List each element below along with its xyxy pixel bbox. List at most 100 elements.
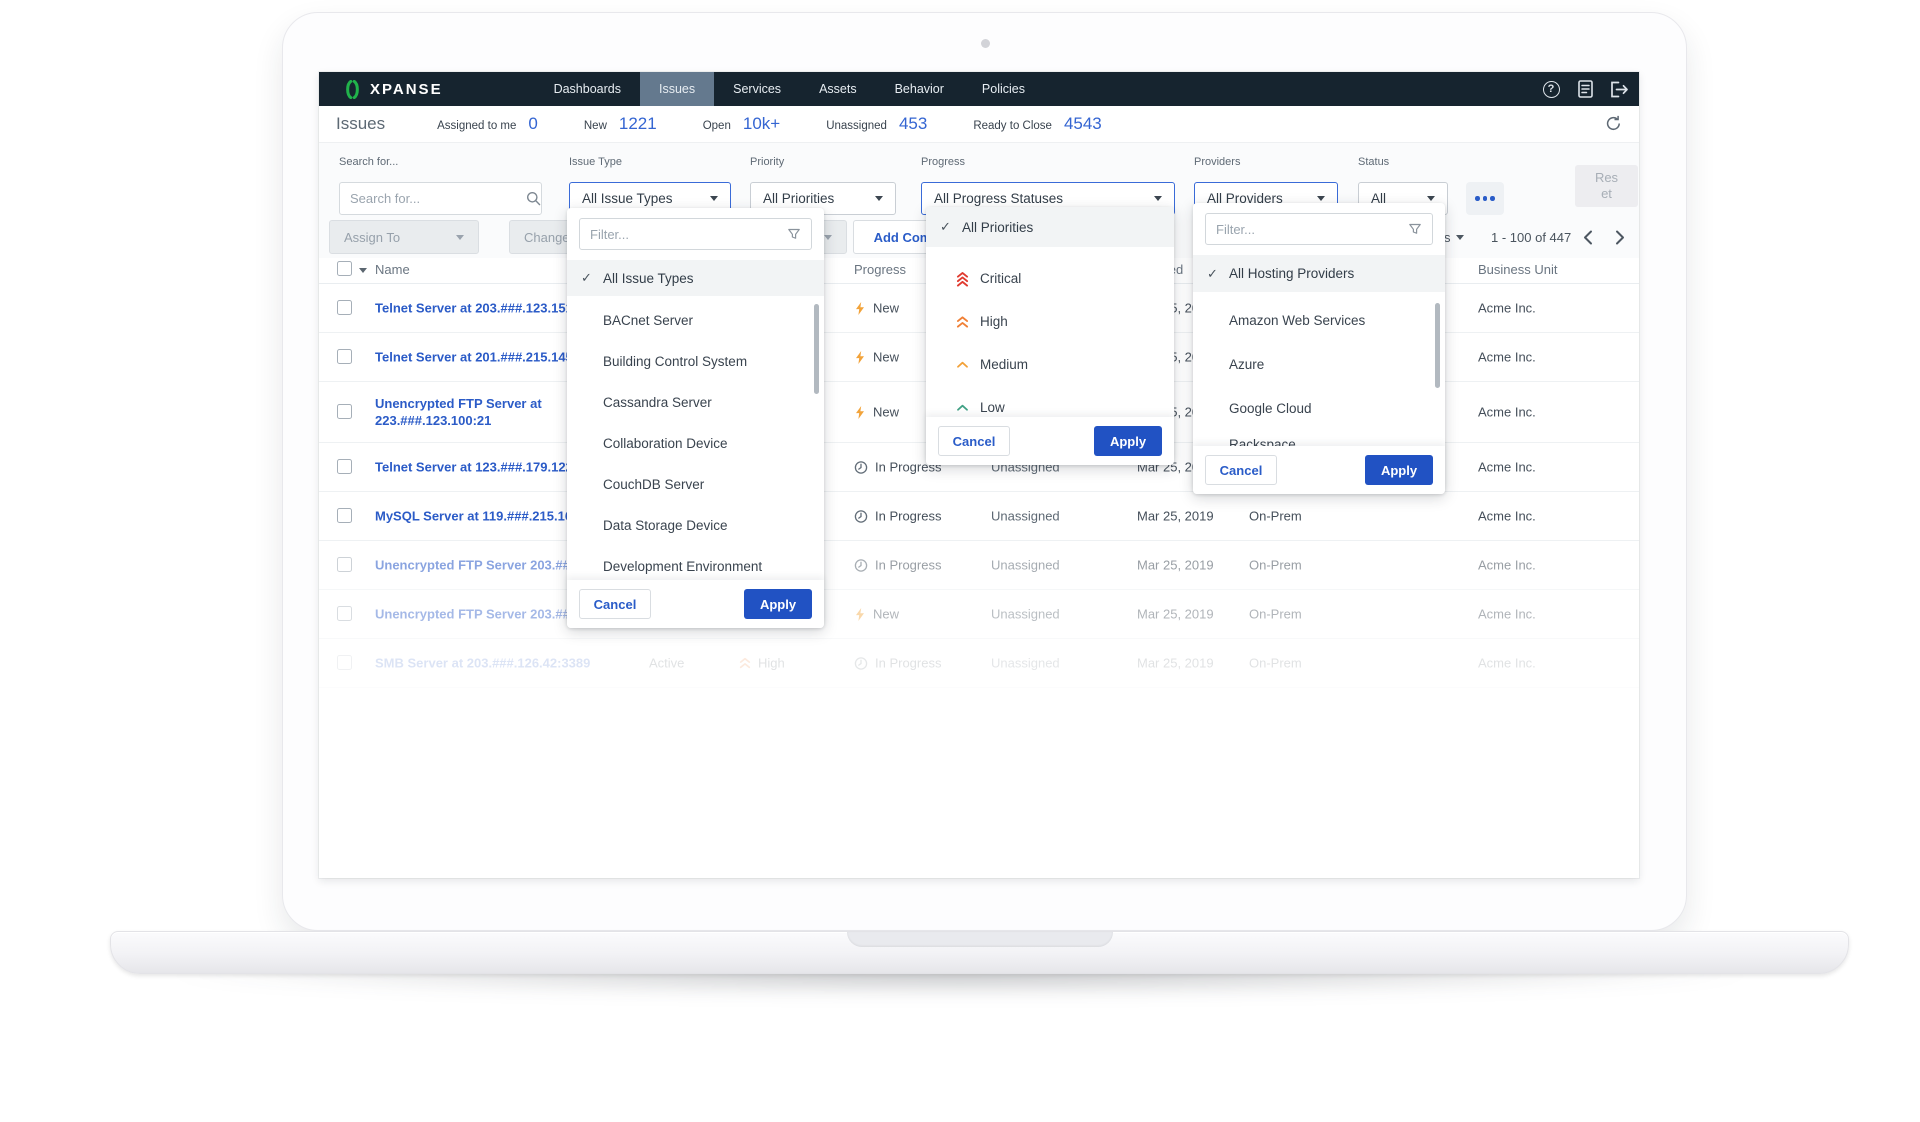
- priority-high-icon: [739, 657, 751, 669]
- app-window: XPANSE Dashboards Issues Services Assets…: [319, 72, 1639, 878]
- page-title: Issues: [336, 114, 386, 133]
- option-all-issue-types[interactable]: All Issue Types: [567, 260, 824, 296]
- progress-cell: New: [854, 405, 899, 420]
- row-checkbox[interactable]: [337, 349, 352, 364]
- tab-policies[interactable]: Policies: [963, 72, 1044, 106]
- header-name[interactable]: Name: [375, 262, 410, 277]
- option-medium[interactable]: Medium: [926, 343, 1174, 386]
- prev-page-button[interactable]: [1583, 220, 1593, 254]
- option-google-cloud[interactable]: Google Cloud: [1193, 387, 1445, 429]
- table-row[interactable]: Unencrypted FTP Server 203.###.10 New Un…: [319, 590, 1639, 639]
- apply-button[interactable]: Apply: [1094, 426, 1162, 456]
- option-high[interactable]: High: [926, 300, 1174, 343]
- scrollbar[interactable]: [814, 304, 819, 394]
- row-checkbox[interactable]: [337, 508, 352, 523]
- select-all-checkbox[interactable]: [337, 261, 352, 276]
- row-checkbox[interactable]: [337, 459, 352, 474]
- tab-issues[interactable]: Issues: [639, 72, 715, 106]
- issue-type-label: Issue Type: [569, 156, 622, 168]
- logout-icon[interactable]: [1609, 79, 1629, 99]
- chevron-down-icon: [1317, 196, 1325, 201]
- cancel-button[interactable]: Cancel: [579, 589, 651, 619]
- option-collaboration-device[interactable]: Collaboration Device: [567, 423, 824, 464]
- issue-name-link[interactable]: Telnet Server at 201.###.215.145:5: [375, 350, 584, 365]
- issue-name-link[interactable]: Telnet Server at 203.###.123.151:3: [375, 301, 584, 316]
- issue-name-link[interactable]: Unencrypted FTP Server 203.###.17: [375, 558, 595, 573]
- reset-button[interactable]: Reset: [1575, 165, 1638, 207]
- providers-filter-input[interactable]: [1216, 221, 1408, 237]
- option-building-control-system[interactable]: Building Control System: [567, 341, 824, 382]
- issue-type-filter-input[interactable]: [590, 226, 787, 242]
- check-icon: [581, 270, 603, 286]
- clock-icon: [854, 656, 868, 670]
- help-icon[interactable]: [1541, 79, 1561, 99]
- tab-services[interactable]: Services: [714, 72, 800, 106]
- next-page-button[interactable]: [1615, 220, 1625, 254]
- chevron-down-icon: [456, 234, 464, 240]
- option-data-storage-device[interactable]: Data Storage Device: [567, 505, 824, 546]
- apply-button[interactable]: Apply: [744, 589, 812, 619]
- chevron-down-icon: [1154, 196, 1162, 201]
- priority-critical-icon: [956, 271, 969, 287]
- issue-type-footer: Cancel Apply: [567, 580, 824, 628]
- row-checkbox[interactable]: [337, 606, 352, 621]
- header-business-unit[interactable]: Business Unit: [1478, 262, 1557, 277]
- issue-name-link[interactable]: MySQL Server at 119.###.215.169:4: [375, 509, 591, 524]
- laptop-base: [110, 931, 1849, 974]
- row-checkbox[interactable]: [337, 557, 352, 572]
- docs-icon[interactable]: [1575, 79, 1595, 99]
- progress-cell: In Progress: [854, 509, 941, 524]
- table-row[interactable]: SMB Server at 203.###.126.42:3389 Active…: [319, 639, 1639, 688]
- check-icon: [1207, 266, 1229, 282]
- laptop-camera: [980, 39, 990, 48]
- chevron-down-icon: [1427, 196, 1435, 201]
- option-azure[interactable]: Azure: [1193, 343, 1445, 385]
- tab-dashboards[interactable]: Dashboards: [535, 72, 640, 106]
- option-all-hosting-providers[interactable]: All Hosting Providers: [1193, 255, 1445, 292]
- option-bacnet-server[interactable]: BACnet Server: [567, 300, 824, 341]
- laptop-base-notch: [846, 932, 1113, 947]
- stat-unassigned: Unassigned 453: [826, 114, 928, 133]
- table-row[interactable]: MySQL Server at 119.###.215.169:4 In Pro…: [319, 492, 1639, 541]
- priority-medium-icon: [957, 361, 968, 368]
- scrollbar[interactable]: [1435, 303, 1440, 388]
- issue-name-link[interactable]: SMB Server at 203.###.126.42:3389: [375, 656, 590, 671]
- laptop-screen: XPANSE Dashboards Issues Services Assets…: [282, 12, 1687, 931]
- refresh-icon[interactable]: [1605, 115, 1625, 135]
- issue-name-link[interactable]: Unencrypted FTP Server 203.###.10: [375, 607, 595, 622]
- providers-footer: Cancel Apply: [1193, 446, 1445, 494]
- tab-behavior[interactable]: Behavior: [876, 72, 963, 106]
- navbar-icons: [1541, 72, 1639, 106]
- option-critical[interactable]: Critical: [926, 257, 1174, 300]
- brand: XPANSE: [319, 72, 443, 106]
- row-checkbox[interactable]: [337, 655, 352, 670]
- priority-cell: High: [739, 656, 785, 671]
- chevron-down-icon: [824, 234, 832, 240]
- row-checkbox[interactable]: [337, 404, 352, 419]
- issue-name-link[interactable]: Telnet Server at 123.###.179.122:1: [375, 460, 584, 475]
- lightning-icon: [856, 405, 864, 419]
- apply-button[interactable]: Apply: [1365, 455, 1433, 485]
- search-input-wrap: [339, 182, 542, 215]
- stat-assigned-to-me: Assigned to me 0: [437, 114, 538, 133]
- option-all-priorities[interactable]: All Priorities: [926, 207, 1174, 247]
- table-row[interactable]: Unencrypted FTP Server 203.###.17 In Pro…: [319, 541, 1639, 590]
- search-input[interactable]: [350, 191, 526, 206]
- more-filters-button[interactable]: [1466, 182, 1504, 215]
- priority-footer: Cancel Apply: [926, 417, 1174, 465]
- search-label: Search for...: [339, 156, 399, 168]
- cancel-button[interactable]: Cancel: [1205, 455, 1277, 485]
- option-amazon-web-services[interactable]: Amazon Web Services: [1193, 299, 1445, 341]
- lightning-icon: [856, 607, 864, 621]
- header-progress[interactable]: Progress: [854, 262, 906, 277]
- row-checkbox[interactable]: [337, 300, 352, 315]
- tab-assets[interactable]: Assets: [800, 72, 876, 106]
- issue-name-link[interactable]: Unencrypted FTP Server at 223.###.123.10…: [375, 395, 542, 429]
- progress-cell: New: [854, 301, 899, 316]
- option-couchdb-server[interactable]: CouchDB Server: [567, 464, 824, 505]
- chevron-down-icon[interactable]: [359, 268, 367, 273]
- option-cassandra-server[interactable]: Cassandra Server: [567, 382, 824, 423]
- issue-type-filter: [579, 218, 812, 250]
- cancel-button[interactable]: Cancel: [938, 426, 1010, 456]
- assign-to-button[interactable]: Assign To: [329, 220, 479, 254]
